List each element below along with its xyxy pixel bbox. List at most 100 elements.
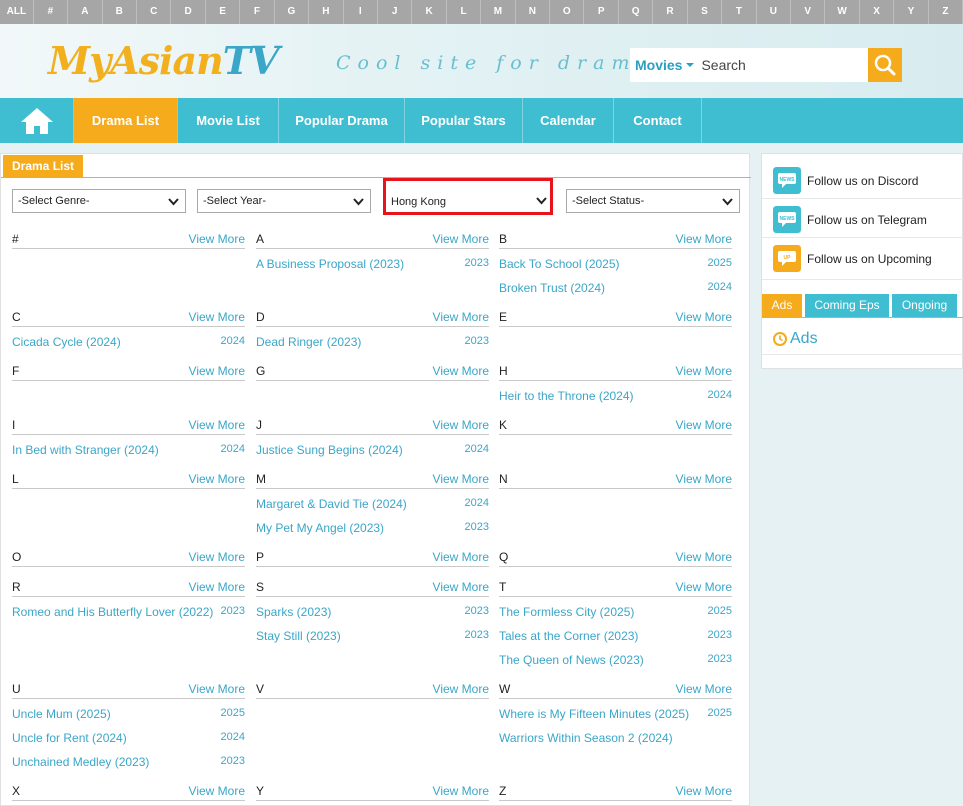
follow-discord-link[interactable]: NEWS Follow us on Discord <box>773 167 918 194</box>
letter-section-k: K View More <box>499 418 732 435</box>
genre-select[interactable]: -Select Genre- <box>12 189 186 213</box>
view-more-link[interactable]: View More <box>676 682 732 696</box>
view-more-link[interactable]: View More <box>433 580 489 594</box>
alpha-w[interactable]: W <box>825 0 860 24</box>
search-type-dropdown[interactable]: Movies <box>630 57 695 73</box>
alpha-a[interactable]: A <box>68 0 103 24</box>
follow-telegram-link[interactable]: NEWS Follow us on Telegram <box>773 206 927 233</box>
view-more-link[interactable]: View More <box>189 232 245 246</box>
view-more-link[interactable]: View More <box>676 310 732 324</box>
nav-movie-list[interactable]: Movie List <box>178 98 279 143</box>
year-select[interactable]: -Select Year- <box>197 189 371 213</box>
view-more-link[interactable]: View More <box>189 580 245 594</box>
view-more-link[interactable]: View More <box>189 310 245 324</box>
nav-popular-stars[interactable]: Popular Stars <box>405 98 523 143</box>
drama-title-link[interactable]: Uncle Mum (2025) <box>12 707 111 721</box>
view-more-link[interactable]: View More <box>676 784 732 798</box>
follow-upcoming-link[interactable]: UP Follow us on Upcoming <box>773 245 932 272</box>
alpha-z[interactable]: Z <box>929 0 963 24</box>
view-more-link[interactable]: View More <box>189 418 245 432</box>
alpha-p[interactable]: P <box>584 0 619 24</box>
view-more-link[interactable]: View More <box>433 310 489 324</box>
alpha-q[interactable]: Q <box>619 0 654 24</box>
logo-tv: TV <box>222 38 280 83</box>
alpha-x[interactable]: X <box>860 0 895 24</box>
view-more-link[interactable]: View More <box>676 364 732 378</box>
view-more-link[interactable]: View More <box>676 418 732 432</box>
alpha-all[interactable]: ALL <box>0 0 34 24</box>
alpha-y[interactable]: Y <box>894 0 929 24</box>
alpha-t[interactable]: T <box>722 0 757 24</box>
alpha-f[interactable]: F <box>240 0 275 24</box>
view-more-link[interactable]: View More <box>189 682 245 696</box>
view-more-link[interactable]: View More <box>676 550 732 564</box>
alpha-m[interactable]: M <box>481 0 516 24</box>
view-more-link[interactable]: View More <box>676 232 732 246</box>
view-more-link[interactable]: View More <box>433 232 489 246</box>
alpha-g[interactable]: G <box>275 0 310 24</box>
alpha-n[interactable]: N <box>516 0 551 24</box>
drama-title-link[interactable]: Uncle for Rent (2024) <box>12 731 127 745</box>
site-logo[interactable]: MyAsianTV <box>48 38 280 83</box>
search-input[interactable] <box>701 57 842 73</box>
drama-title-link[interactable]: Where is My Fifteen Minutes (2025) <box>499 707 689 721</box>
drama-title-link[interactable]: Heir to the Throne (2024) <box>499 389 634 403</box>
view-more-link[interactable]: View More <box>433 472 489 486</box>
status-select[interactable]: -Select Status- <box>566 189 740 213</box>
drama-title-link[interactable]: My Pet My Angel (2023) <box>256 521 384 535</box>
alpha-j[interactable]: J <box>378 0 413 24</box>
view-more-link[interactable]: View More <box>189 550 245 564</box>
drama-title-link[interactable]: A Business Proposal (2023) <box>256 257 404 271</box>
nav-popular-drama[interactable]: Popular Drama <box>279 98 405 143</box>
view-more-link[interactable]: View More <box>189 364 245 378</box>
drama-title-link[interactable]: The Formless City (2025) <box>499 605 634 619</box>
drama-item: Warriors Within Season 2 (2024) <box>499 731 732 747</box>
nav-contact[interactable]: Contact <box>614 98 702 143</box>
view-more-link[interactable]: View More <box>189 784 245 798</box>
view-more-link[interactable]: View More <box>433 418 489 432</box>
view-more-link[interactable]: View More <box>433 784 489 798</box>
view-more-link[interactable]: View More <box>676 472 732 486</box>
view-more-link[interactable]: View More <box>433 550 489 564</box>
alpha-c[interactable]: C <box>137 0 172 24</box>
drama-title-link[interactable]: Warriors Within Season 2 (2024) <box>499 731 673 745</box>
nav-home[interactable] <box>0 98 74 143</box>
drama-title-link[interactable]: Cicada Cycle (2024) <box>12 335 121 349</box>
alpha-h[interactable]: H <box>309 0 344 24</box>
drama-title-link[interactable]: Unchained Medley (2023) <box>12 755 149 769</box>
nav-drama-list[interactable]: Drama List <box>74 98 178 143</box>
drama-title-link[interactable]: Broken Trust (2024) <box>499 281 605 295</box>
tab-ongoing[interactable]: Ongoing <box>892 294 957 317</box>
alpha-u[interactable]: U <box>757 0 792 24</box>
drama-title-link[interactable]: Back To School (2025) <box>499 257 620 271</box>
view-more-link[interactable]: View More <box>189 472 245 486</box>
tab-ads[interactable]: Ads <box>762 294 802 317</box>
alpha-hash[interactable]: # <box>34 0 69 24</box>
tab-coming-eps[interactable]: Coming Eps <box>805 294 889 317</box>
alpha-r[interactable]: R <box>653 0 688 24</box>
view-more-link[interactable]: View More <box>676 580 732 594</box>
alpha-b[interactable]: B <box>103 0 137 24</box>
drama-title-link[interactable]: Justice Sung Begins (2024) <box>256 443 403 457</box>
drama-title-link[interactable]: Stay Still (2023) <box>256 629 341 643</box>
drama-title-link[interactable]: Tales at the Corner (2023) <box>499 629 638 643</box>
search-button[interactable] <box>868 48 902 82</box>
drama-title-link[interactable]: In Bed with Stranger (2024) <box>12 443 159 457</box>
drama-title-link[interactable]: Sparks (2023) <box>256 605 331 619</box>
drama-title-link[interactable]: The Queen of News (2023) <box>499 653 644 667</box>
view-more-link[interactable]: View More <box>433 682 489 696</box>
alpha-v[interactable]: V <box>791 0 826 24</box>
alpha-k[interactable]: K <box>412 0 447 24</box>
alpha-i[interactable]: I <box>344 0 378 24</box>
alpha-l[interactable]: L <box>447 0 482 24</box>
alpha-e[interactable]: E <box>206 0 241 24</box>
view-more-link[interactable]: View More <box>433 364 489 378</box>
drama-title-link[interactable]: Margaret & David Tie (2024) <box>256 497 407 511</box>
drama-title-link[interactable]: Romeo and His Butterfly Lover (2022) <box>12 605 213 619</box>
drama-title-link[interactable]: Dead Ringer (2023) <box>256 335 361 349</box>
alpha-s[interactable]: S <box>688 0 723 24</box>
drama-item: Heir to the Throne (2024) 2024 <box>499 389 732 405</box>
alpha-d[interactable]: D <box>171 0 206 24</box>
nav-calendar[interactable]: Calendar <box>523 98 614 143</box>
alpha-o[interactable]: O <box>550 0 585 24</box>
